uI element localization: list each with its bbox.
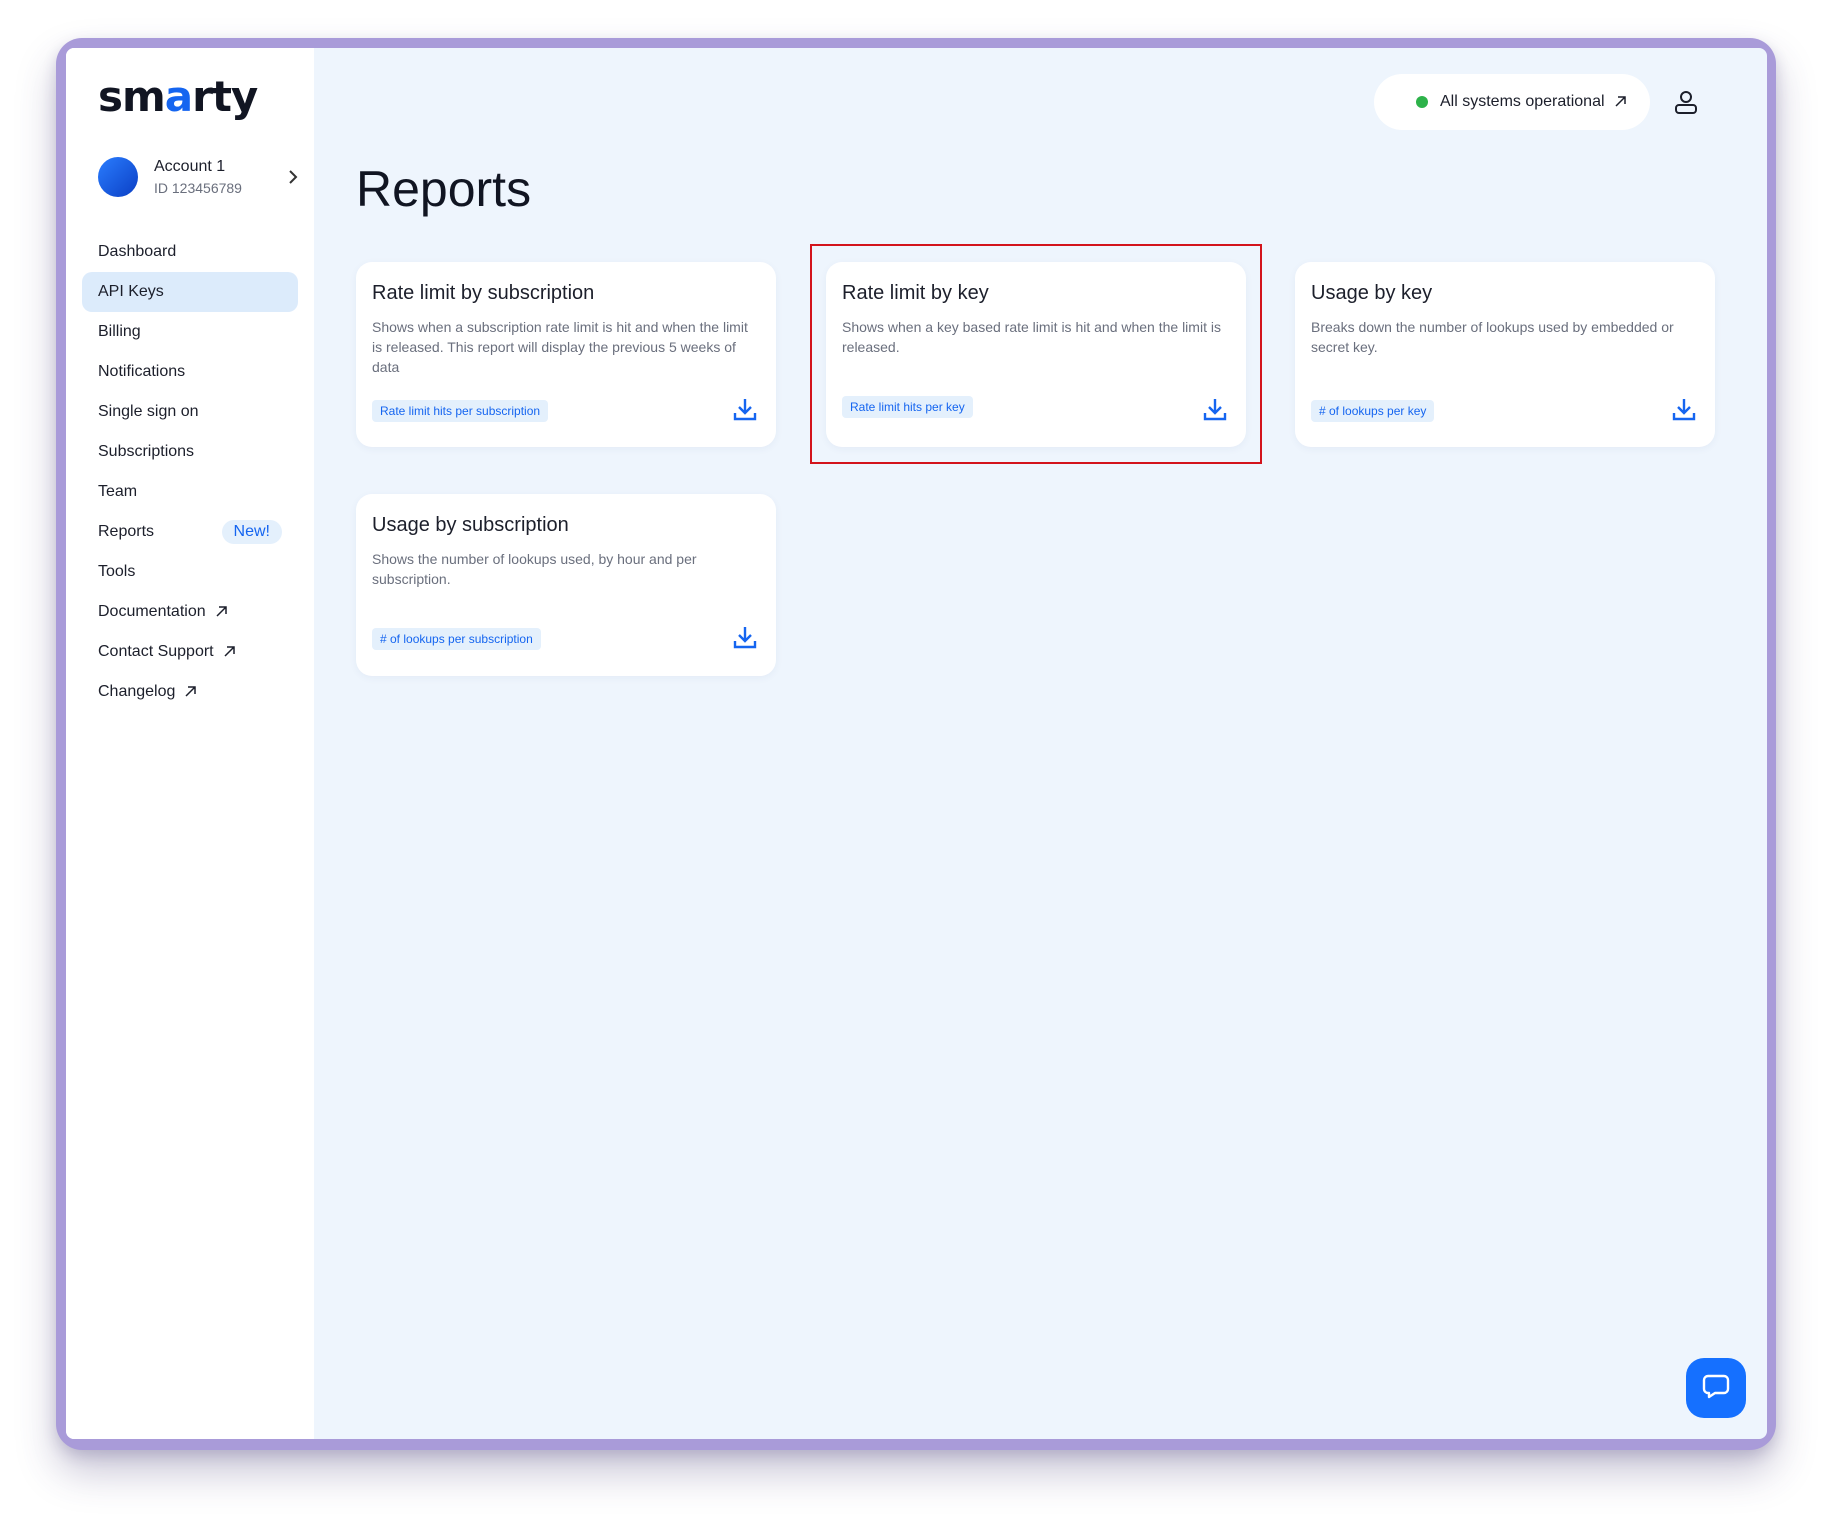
sidebar-item-contact-support[interactable]: Contact Support (82, 632, 298, 672)
sidebar-item-dashboard[interactable]: Dashboard (82, 232, 298, 272)
system-status-link[interactable]: All systems operational (1374, 74, 1650, 130)
card-tag: # of lookups per subscription (372, 628, 541, 650)
sidebar: smarty Account 1 ID 123456789 Dashboard … (66, 48, 314, 1439)
status-dot (1416, 96, 1428, 108)
card-title: Usage by key (1311, 282, 1433, 304)
new-badge: New! (221, 520, 282, 544)
external-link-icon (216, 604, 227, 620)
chat-support-button[interactable] (1686, 1358, 1746, 1418)
external-link-icon (185, 684, 197, 700)
sidebar-item-documentation[interactable]: Documentation (82, 592, 298, 632)
account-id: ID 123456789 (154, 180, 242, 196)
card-tag: Rate limit hits per subscription (372, 400, 549, 422)
download-icon[interactable] (732, 396, 758, 422)
sidebar-item-single-sign-on[interactable]: Single sign on (82, 392, 298, 432)
external-link-icon (1614, 94, 1626, 111)
sidebar-item-subscriptions[interactable]: Subscriptions (82, 432, 298, 472)
sidebar-item-reports[interactable]: Reports New! (82, 512, 298, 552)
sidebar-nav: Dashboard API Keys Billing Notifications… (82, 232, 298, 712)
report-card-rate-limit-subscription: Rate limit by subscription Shows when a … (356, 262, 776, 447)
sidebar-item-billing[interactable]: Billing (82, 312, 298, 352)
avatar (98, 157, 138, 197)
account-switcher[interactable]: Account 1 ID 123456789 (98, 152, 298, 202)
page-title: Reports (356, 161, 532, 217)
download-icon[interactable] (1671, 396, 1697, 422)
chevron-right-icon (288, 168, 298, 189)
user-profile-icon[interactable] (1672, 88, 1700, 116)
card-description: Shows the number of lookups used, by hou… (372, 551, 697, 587)
card-description: Breaks down the number of lookups used b… (1311, 319, 1674, 355)
smarty-logo[interactable]: smarty (98, 72, 258, 121)
account-name: Account 1 (154, 158, 226, 175)
report-card-usage-key: Usage by key Breaks down the number of l… (1295, 262, 1715, 447)
card-title: Rate limit by subscription (372, 282, 595, 304)
report-card-usage-subscription: Usage by subscription Shows the number o… (356, 494, 776, 676)
chat-bubble-icon (1701, 1371, 1731, 1406)
sidebar-item-team[interactable]: Team (82, 472, 298, 512)
sidebar-item-tools[interactable]: Tools (82, 552, 298, 592)
highlight-box (810, 244, 1262, 464)
sidebar-item-notifications[interactable]: Notifications (82, 352, 298, 392)
app-window: smarty Account 1 ID 123456789 Dashboard … (66, 48, 1767, 1439)
card-title: Usage by subscription (372, 514, 569, 536)
sidebar-item-api-keys[interactable]: API Keys (82, 272, 298, 312)
status-label: All systems operational (1440, 93, 1605, 110)
card-description: Shows when a subscription rate limit is … (372, 319, 748, 375)
download-icon[interactable] (732, 624, 758, 650)
sidebar-item-changelog[interactable]: Changelog (82, 672, 298, 712)
card-tag: # of lookups per key (1311, 400, 1435, 422)
external-link-icon (224, 644, 235, 660)
